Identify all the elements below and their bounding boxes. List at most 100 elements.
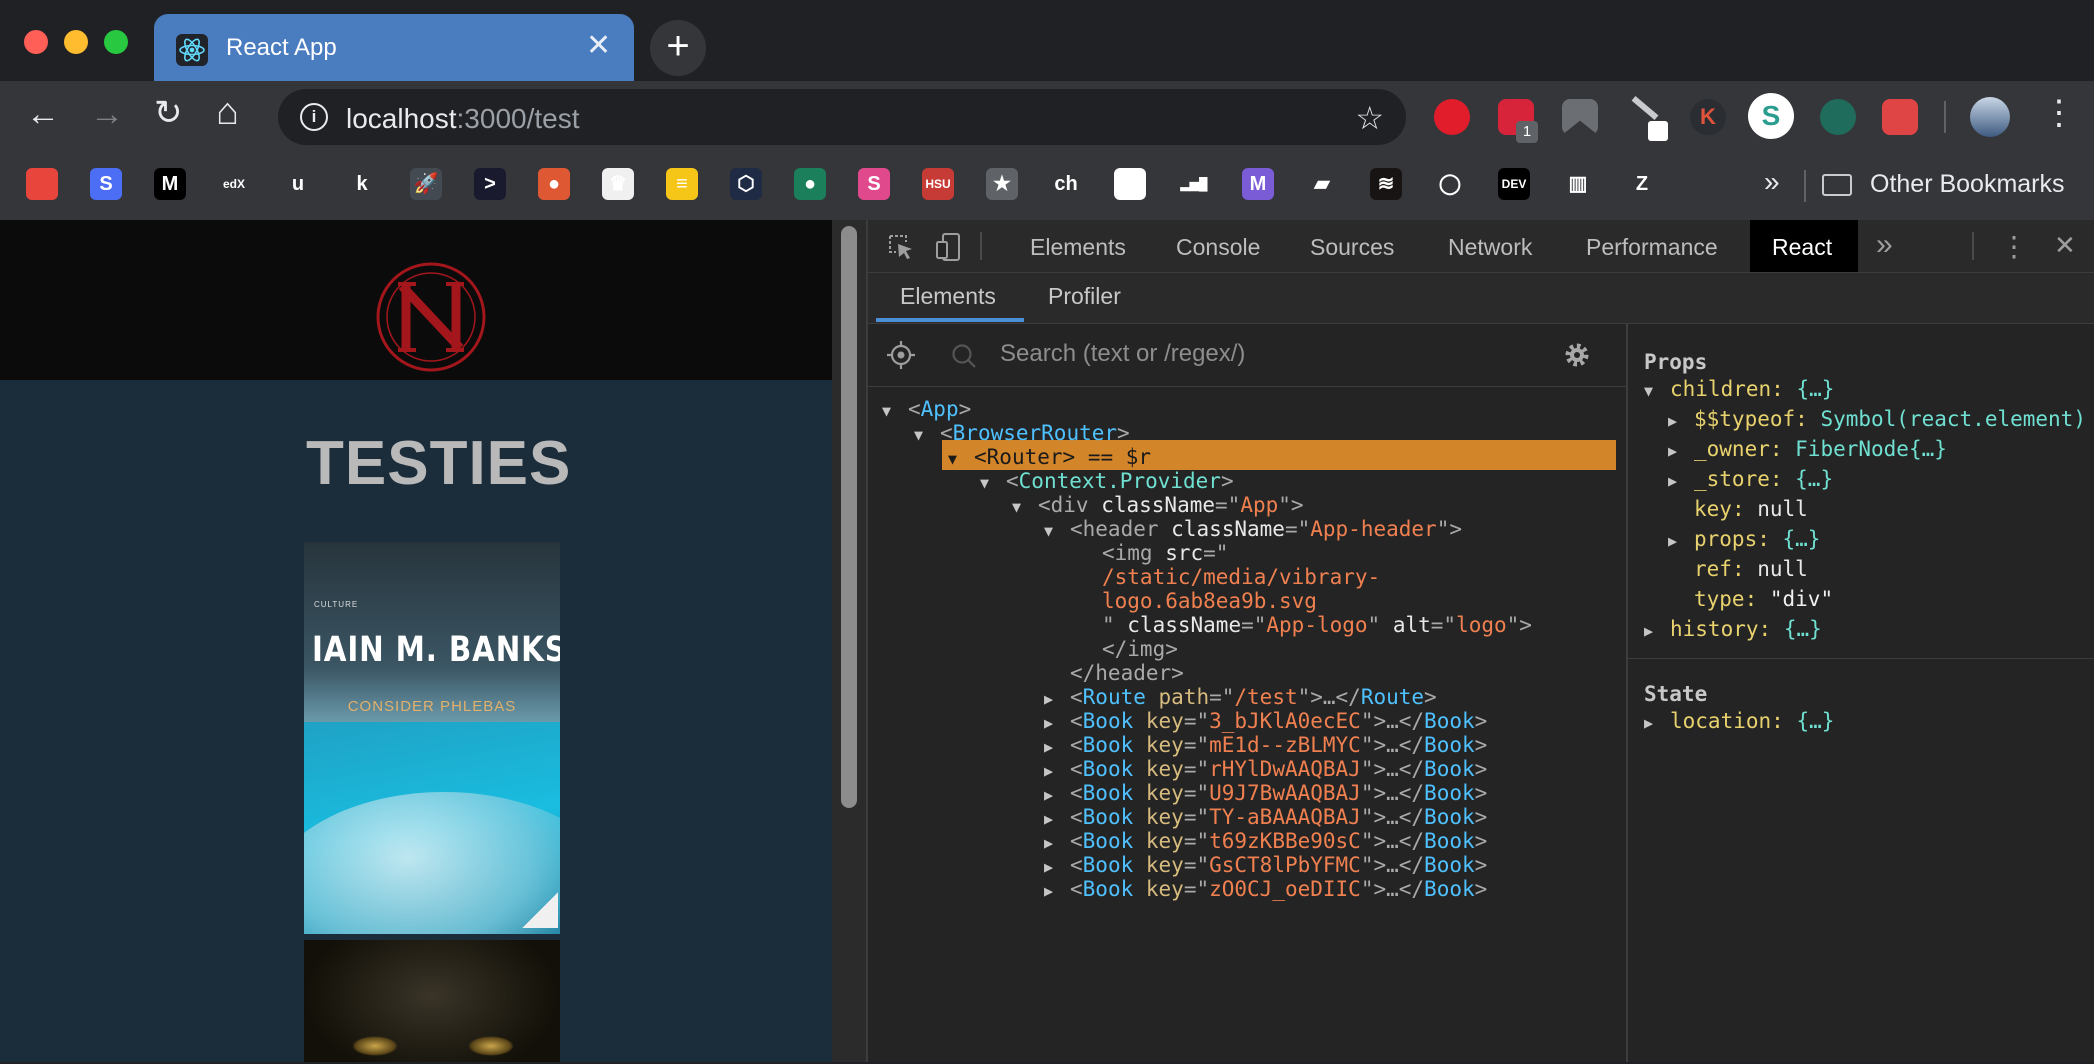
tab-sources[interactable]: Sources: [1310, 234, 1394, 261]
zoom-window-button[interactable]: [104, 30, 128, 54]
prop-typeof[interactable]: ▶ $$typeof: Symbol(react.element): [1668, 404, 2086, 434]
prop-key: ref: [1694, 557, 1732, 581]
mastodon-icon[interactable]: M: [1242, 168, 1274, 200]
search-input[interactable]: Search (text or /regex/): [1000, 340, 1245, 368]
forward-arrow-icon[interactable]: →: [90, 95, 124, 134]
prop-key: key: [1694, 497, 1732, 521]
info-icon[interactable]: i: [300, 103, 328, 131]
duckduckgo-icon[interactable]: ●: [538, 168, 570, 200]
bookmark-star-icon[interactable]: ☆: [1355, 99, 1384, 137]
tab-title: React App: [226, 34, 337, 61]
prop-store[interactable]: ▶ _store: {…}: [1668, 464, 1833, 494]
hex-icon[interactable]: ⬡: [730, 168, 762, 200]
bookmarks-bar: S MedX u k 🚀 > ● ♛ ≡ ⬡ ● S HSU ★ ch ◯ ▂▅█ M ▰ ≋ ◯ DEV ▥ Z » Oth…: [0, 154, 2094, 220]
other-bookmarks[interactable]: Other Bookmarks: [1822, 170, 2065, 199]
react-devtools-extension-icon[interactable]: [1882, 99, 1918, 135]
folder-icon: [1822, 174, 1852, 196]
adblock-extension-icon[interactable]: [1434, 99, 1470, 135]
book-cover[interactable]: CULTURE IAIN M. BANKS CONSIDER PHLEBAS: [304, 542, 560, 934]
book-cover-2[interactable]: [304, 940, 560, 1062]
search-icon: [952, 344, 976, 368]
prop-props[interactable]: ▶ props: {…}: [1668, 524, 1820, 554]
devtools-menu-icon[interactable]: ⋮: [2000, 230, 2028, 263]
parallelogram-icon[interactable]: ▰: [1306, 168, 1338, 200]
bookmarks-overflow-icon[interactable]: »: [1764, 166, 1780, 198]
hsu-icon[interactable]: HSU: [922, 168, 954, 200]
k-icon[interactable]: k: [346, 168, 378, 200]
ch-icon[interactable]: ch: [1050, 168, 1082, 200]
spotify-icon[interactable]: ≋: [1370, 168, 1402, 200]
tab-console[interactable]: Console: [1176, 234, 1260, 261]
profile-avatar[interactable]: [1970, 97, 2010, 137]
component-tree: ▼ <App> ▼ <BrowserRouter> ▼ <Router> == $r …: [868, 394, 1626, 1064]
browser-tab[interactable]: React App ✕: [154, 14, 634, 81]
crown-icon[interactable]: ♛: [602, 168, 634, 200]
reload-icon[interactable]: ↻: [154, 93, 183, 133]
s-icon[interactable]: S: [90, 168, 122, 200]
airtable-icon[interactable]: [26, 168, 58, 200]
settings-gear-icon[interactable]: [1562, 340, 1592, 370]
prop-owner[interactable]: ▶ _owner: FiberNode{…}: [1668, 434, 1947, 464]
page-scrollbar[interactable]: [832, 220, 866, 1062]
chrome-menu-icon[interactable]: ⋮: [2042, 93, 2076, 133]
browser-toolbar: ← → ↻ ⌂ i localhost:3000/test ☆ 1 K S ⋮: [0, 81, 2094, 154]
tab-performance[interactable]: Performance: [1586, 234, 1718, 261]
medium-icon[interactable]: M: [154, 168, 186, 200]
prop-key: children: [1670, 377, 1772, 401]
cover2-bg: [304, 940, 560, 1062]
udemy-icon[interactable]: u: [282, 168, 314, 200]
close-window-button[interactable]: [24, 30, 48, 54]
pen-extension-icon[interactable]: [1626, 96, 1668, 141]
tree-row-book[interactable]: ▶ <Book key="zO0CJ_oeDIIC">…</Book>: [1044, 874, 1487, 904]
ring-icon[interactable]: ◯: [1434, 168, 1466, 200]
new-tab-button[interactable]: +: [650, 20, 706, 76]
back-arrow-icon[interactable]: ←: [26, 95, 60, 134]
prop-key: location: [1670, 709, 1772, 733]
tab-react-label: React: [1772, 234, 1833, 260]
toolbar-divider: [1944, 101, 1946, 133]
k-extension-icon[interactable]: K: [1690, 99, 1726, 135]
active-tab-indicator: [876, 318, 1024, 322]
prop-children[interactable]: ▼ children: {…}: [1644, 374, 1834, 404]
star-icon[interactable]: ★: [986, 168, 1018, 200]
s-extension-icon[interactable]: S: [1748, 93, 1794, 139]
s-pink-icon[interactable]: S: [858, 168, 890, 200]
page-curl: [522, 892, 558, 928]
prop-history[interactable]: ▶ history: {…}: [1644, 614, 1822, 644]
address-bar[interactable]: i localhost:3000/test ☆: [278, 89, 1406, 145]
prop-value: Symbol(react.element): [1820, 407, 2086, 431]
bars-icon[interactable]: ▂▅█: [1178, 168, 1210, 200]
select-component-icon[interactable]: [886, 340, 916, 370]
striped-icon[interactable]: ≡: [666, 168, 698, 200]
url-text[interactable]: localhost:3000/test: [346, 103, 580, 135]
rocket-icon[interactable]: 🚀: [410, 168, 442, 200]
scrollbar-thumb[interactable]: [841, 226, 857, 808]
dev-icon[interactable]: DEV: [1498, 168, 1530, 200]
recycle-extension-icon[interactable]: [1820, 99, 1856, 135]
react-tab-profiler[interactable]: Profiler: [1048, 283, 1121, 310]
inspect-element-icon[interactable]: [886, 232, 916, 262]
state-location[interactable]: ▶ location: {…}: [1644, 706, 1834, 736]
google-icon[interactable]: ◯: [1114, 168, 1146, 200]
devtools-divider: [980, 232, 982, 260]
z-icon[interactable]: Z: [1626, 168, 1658, 200]
more-tabs-icon[interactable]: »: [1876, 228, 1893, 262]
tab-network[interactable]: Network: [1448, 234, 1532, 261]
tab-react[interactable]: React: [1750, 220, 1858, 272]
prop-value: null: [1757, 497, 1808, 521]
frog-icon[interactable]: ●: [794, 168, 826, 200]
react-tab-elements[interactable]: Elements: [900, 283, 996, 310]
bookmark-extension-icon[interactable]: [1562, 99, 1598, 135]
device-toolbar-icon[interactable]: [934, 232, 964, 262]
tab-close-icon[interactable]: ✕: [586, 28, 611, 63]
home-icon[interactable]: ⌂: [216, 91, 239, 134]
react-subtabs: Elements Profiler: [868, 273, 2094, 324]
devtools-close-icon[interactable]: ✕: [2054, 230, 2076, 261]
terminal-icon[interactable]: >: [474, 168, 506, 200]
vibrary-logo: [376, 262, 486, 372]
book-icon[interactable]: ▥: [1562, 168, 1594, 200]
tab-elements[interactable]: Elements: [1030, 234, 1126, 261]
prop-key: _store: [1694, 467, 1770, 491]
minimize-window-button[interactable]: [64, 30, 88, 54]
edx-icon[interactable]: edX: [218, 168, 250, 200]
